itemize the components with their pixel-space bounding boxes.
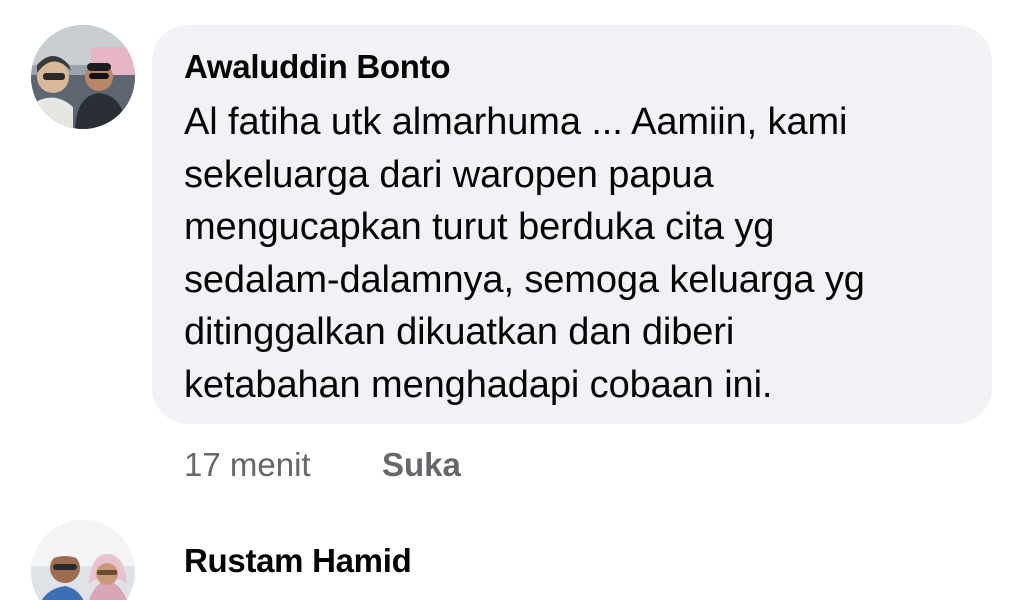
- comment-text-line: sedalam-dalamnya, semoga keluarga yg: [184, 258, 865, 301]
- comment-text: Al fatiha utk almarhuma ... Aamiin, kami…: [184, 96, 964, 411]
- like-button[interactable]: Suka: [382, 446, 461, 484]
- avatar-rustam-hamid[interactable]: [31, 520, 135, 600]
- avatar-photo-icon: [31, 520, 135, 600]
- comment-text-line: ketabahan menghadapi cobaan ini.: [184, 363, 773, 406]
- comment-text-line: mengucapkan turut berduka cita yg: [184, 206, 775, 248]
- comment-text-line: Al fatiha utk almarhuma ... Aamiin, kami: [184, 101, 848, 143]
- comment-text-line: sekeluarga dari waropen papua: [184, 153, 714, 196]
- comment-author-name[interactable]: Awaluddin Bonto: [184, 48, 450, 86]
- avatar-photo-icon: [31, 25, 135, 129]
- comment-timestamp[interactable]: 17 menit: [184, 446, 311, 484]
- comment-text-line: ditinggalkan dikuatkan dan diberi: [184, 311, 735, 353]
- comment-author-name[interactable]: Rustam Hamid: [184, 542, 412, 580]
- comments-thread: Awaluddin Bonto Al fatiha utk almarhuma …: [0, 0, 1024, 600]
- avatar-awaluddin-bonto[interactable]: [31, 25, 135, 129]
